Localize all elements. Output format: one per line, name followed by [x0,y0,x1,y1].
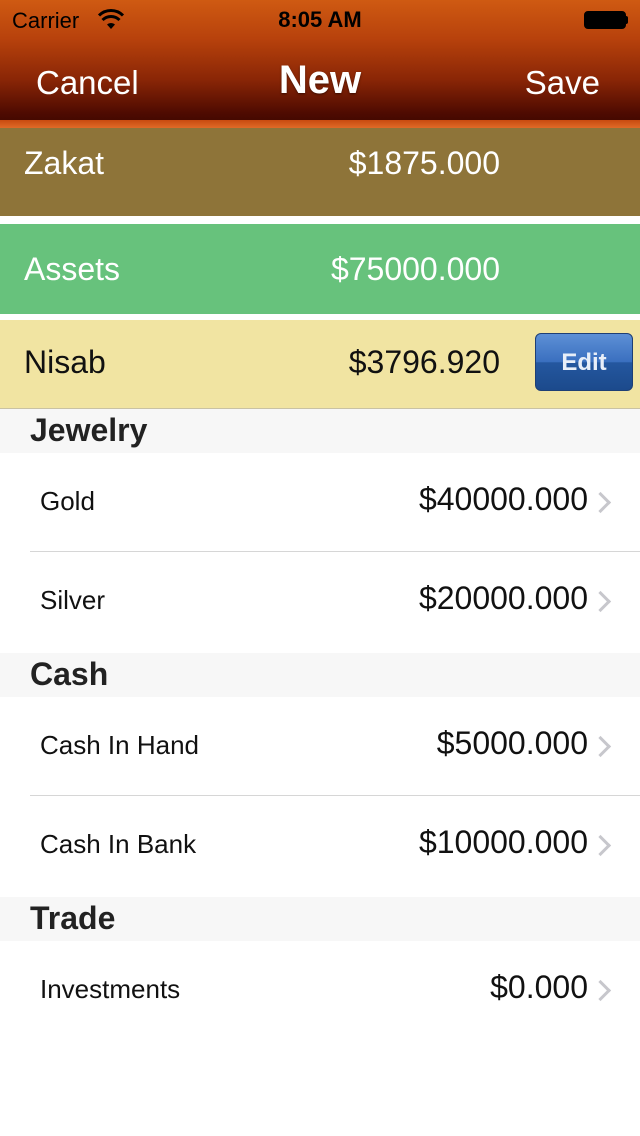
list-item-cash-in-hand[interactable]: Cash In Hand $5000.000 [0,697,640,797]
zakat-summary-row: Zakat $1875.000 [0,128,640,216]
summary-divider [0,216,640,224]
item-name: Cash In Bank [40,829,197,859]
item-amount: $5000.000 [436,725,588,761]
zakat-label: Zakat [24,145,105,181]
list-item-silver[interactable]: Silver $20000.000 [0,552,640,652]
header-divider [0,120,640,128]
item-amount: $10000.000 [418,824,588,860]
navigation-bar: Carrier 8:05 AM Cancel New Save [0,0,640,128]
assets-label: Assets [24,251,121,287]
status-time: 8:05 AM [278,7,362,32]
item-amount: $0.000 [490,969,588,1005]
item-name: Silver [40,585,106,615]
item-name: Cash In Hand [40,730,199,760]
nisab-label: Nisab [24,344,106,380]
list-item-cash-in-bank[interactable]: Cash In Bank $10000.000 [0,796,640,896]
edit-nisab-button[interactable]: Edit [535,333,633,391]
section-title: Jewelry [30,412,148,448]
section-header-trade: Trade [0,897,640,941]
item-name: Gold [40,486,95,516]
section-header-jewelry: Jewelry [0,409,640,453]
chevron-right-icon [589,735,612,758]
assets-value: $75000.000 [330,251,500,287]
nisab-value: $3796.920 [348,344,500,380]
battery-icon [584,11,628,29]
chevron-right-icon [589,590,612,613]
list-item-gold[interactable]: Gold $40000.000 [0,453,640,553]
item-name: Investments [40,974,181,1004]
section-header-cash: Cash [0,653,640,697]
item-amount: $20000.000 [418,580,588,616]
section-title: Cash [30,656,109,692]
chevron-right-icon [589,979,612,1002]
list-item-investments[interactable]: Investments $0.000 [0,941,640,1041]
item-amount: $40000.000 [418,481,588,517]
chevron-right-icon [589,491,612,514]
status-bar: Carrier 8:05 AM [0,0,640,40]
chevron-right-icon [589,834,612,857]
section-title: Trade [30,900,116,936]
assets-summary-row: Assets $75000.000 [0,224,640,314]
zakat-value: $1875.000 [348,145,500,181]
save-button[interactable]: Save [525,64,600,102]
